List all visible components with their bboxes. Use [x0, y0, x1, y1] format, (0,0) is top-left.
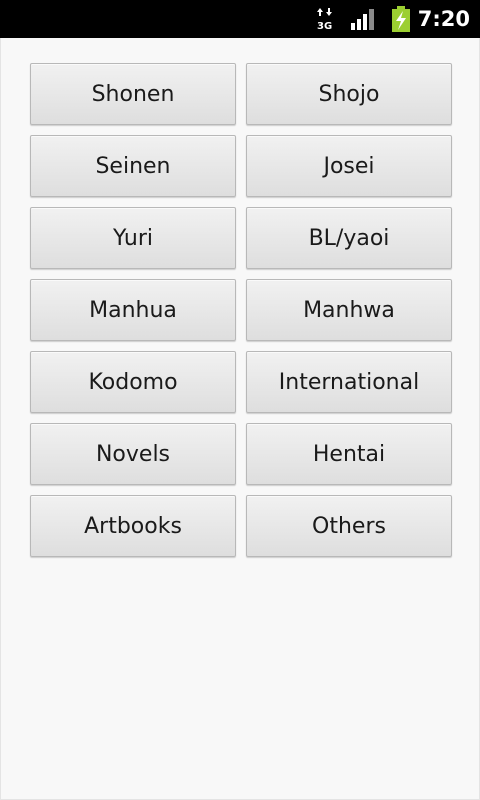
genre-grid: Shonen Shojo Seinen Josei Yuri BL/yaoi M… [30, 63, 452, 557]
status-bar: 3G 7:20 [0, 0, 480, 38]
genre-button-novels[interactable]: Novels [30, 423, 236, 485]
3g-data-icon: 3G [317, 8, 332, 31]
battery-charging-icon [392, 6, 410, 32]
genre-button-shonen[interactable]: Shonen [30, 63, 236, 125]
genre-button-shojo[interactable]: Shojo [246, 63, 452, 125]
genre-button-others[interactable]: Others [246, 495, 452, 557]
svg-text:3G: 3G [317, 21, 332, 31]
genre-list-screen: Shonen Shojo Seinen Josei Yuri BL/yaoi M… [0, 38, 480, 800]
genre-button-manhwa[interactable]: Manhwa [246, 279, 452, 341]
genre-button-kodomo[interactable]: Kodomo [30, 351, 236, 413]
signal-strength-icon [351, 9, 374, 30]
genre-button-josei[interactable]: Josei [246, 135, 452, 197]
genre-button-artbooks[interactable]: Artbooks [30, 495, 236, 557]
genre-button-manhua[interactable]: Manhua [30, 279, 236, 341]
status-clock: 7:20 [417, 7, 470, 31]
genre-button-international[interactable]: International [246, 351, 452, 413]
genre-button-seinen[interactable]: Seinen [30, 135, 236, 197]
genre-button-yuri[interactable]: Yuri [30, 207, 236, 269]
genre-button-hentai[interactable]: Hentai [246, 423, 452, 485]
genre-button-bl-yaoi[interactable]: BL/yaoi [246, 207, 452, 269]
